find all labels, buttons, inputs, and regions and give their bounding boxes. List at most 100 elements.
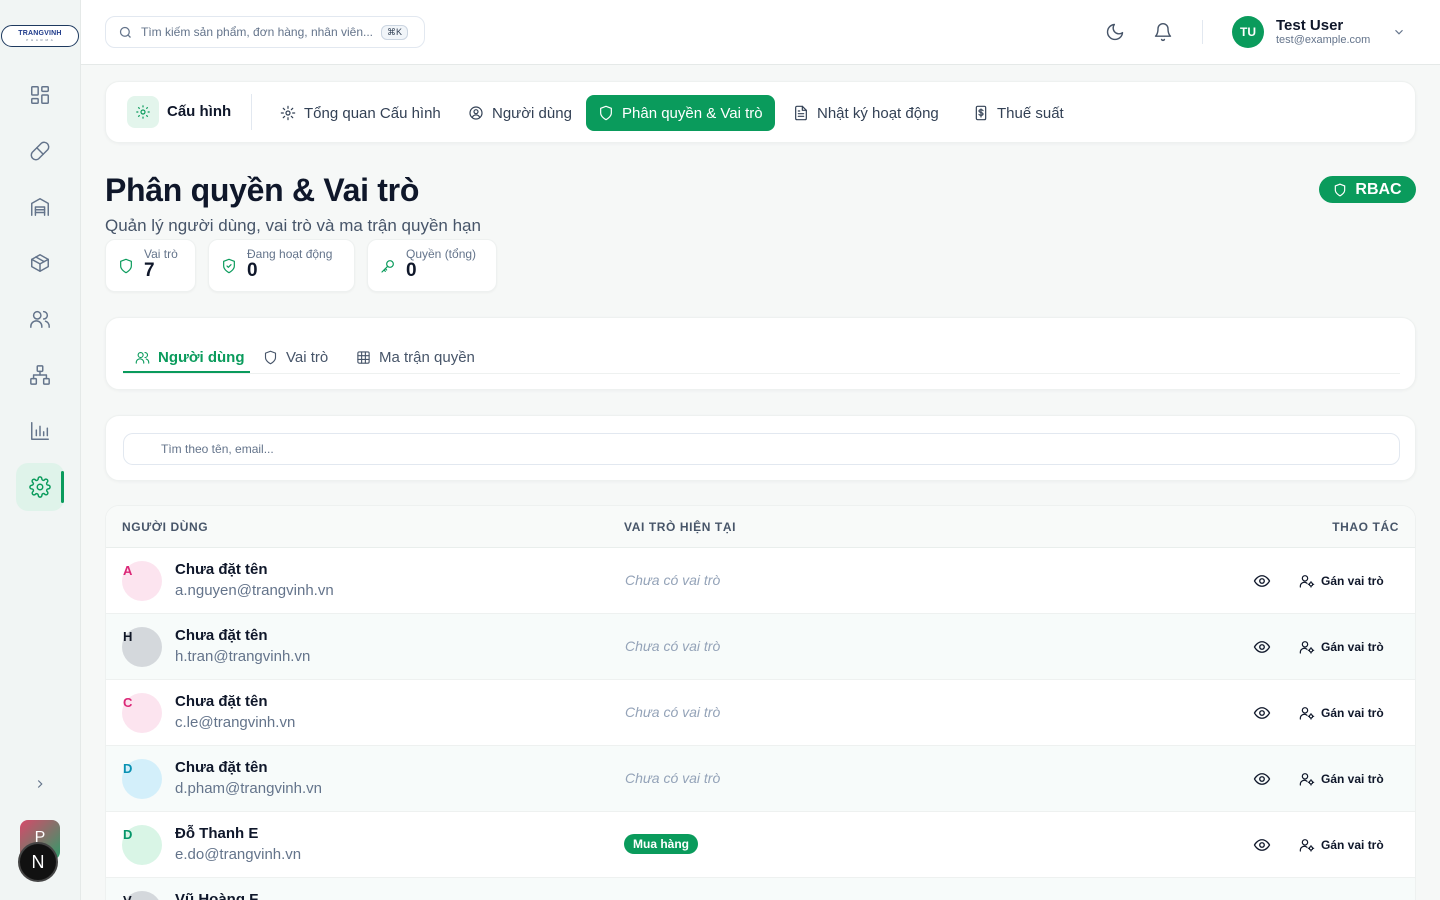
view-user-button[interactable] [1253, 572, 1271, 590]
tab-users[interactable]: Người dùng [456, 95, 584, 131]
user-name-cell: Chưa đặt tên [175, 759, 268, 776]
tab-tax-rates[interactable]: Thuế suất [961, 95, 1076, 131]
sidebar-item-reports[interactable] [16, 407, 64, 455]
sidebar-item-warehouse[interactable] [16, 183, 64, 231]
sidebar-item-products[interactable] [16, 239, 64, 287]
gear-icon [29, 476, 51, 498]
shield-icon [264, 350, 277, 364]
subtab-label: Ma trận quyền [379, 348, 475, 366]
view-user-button[interactable] [1253, 638, 1271, 656]
assign-role-button[interactable]: Gán vai trò [1299, 636, 1384, 658]
stat-value: 7 [144, 260, 155, 281]
subtab-label: Người dùng [158, 348, 245, 366]
role-badge: Mua hàng [624, 834, 698, 854]
stat-label: Quyền (tổng) [406, 247, 477, 261]
no-role-text: Chưa có vai trò [625, 704, 721, 720]
avatar-initial: V [123, 893, 132, 900]
chevron-down-icon [1395, 29, 1403, 35]
table-row: H Chưa đặt tên h.tran@trangvinh.vn Chưa có … [106, 614, 1415, 680]
gear-icon [136, 105, 150, 119]
users-table: NGƯỜI DÙNG VAI TRÒ HIỆN TẠI THAO TÁC A Ch… [105, 505, 1416, 900]
tab-label: Tổng quan Cấu hình [304, 104, 441, 122]
user-name-cell: Vũ Hoàng F [175, 891, 259, 900]
sidebar-item-medicine[interactable] [16, 127, 64, 175]
user-cog-icon [1299, 771, 1315, 787]
assign-role-button[interactable]: Gán vai trò [1299, 702, 1384, 724]
subtab-permission-matrix[interactable]: Ma trận quyền [356, 341, 475, 373]
stat-label: Đang hoạt động [247, 247, 333, 261]
user-name[interactable]: Test User [1276, 17, 1343, 34]
file-text-icon [795, 105, 807, 121]
subtab-users[interactable]: Người dùng [135, 341, 245, 373]
avatar: D [122, 825, 162, 865]
stat-label: Vai trò [144, 247, 178, 261]
notifications-button[interactable] [1151, 20, 1175, 44]
box-icon [31, 254, 49, 272]
brand-logo[interactable]: TRANGVINH P H A R M A [1, 25, 79, 47]
subtabs-divider [123, 373, 1400, 374]
view-user-button[interactable] [1253, 836, 1271, 854]
user-name-cell: Chưa đặt tên [175, 693, 268, 710]
search-placeholder: Tìm kiếm sản phẩm, đơn hàng, nhân viên..… [141, 25, 373, 39]
tab-activity-log[interactable]: Nhật ký hoạt động [781, 95, 951, 131]
user-menu-chevron[interactable] [1392, 25, 1406, 39]
rbac-label: RBAC [1355, 180, 1402, 198]
dev-tools-badge[interactable]: N [18, 842, 58, 882]
key-icon [380, 258, 396, 274]
avatar-initial: D [123, 827, 133, 842]
user-search-input[interactable] [123, 433, 1400, 465]
assign-role-button[interactable]: Gán vai trò [1299, 834, 1384, 856]
page-title: Phân quyền & Vai trò [105, 172, 420, 208]
users-icon [30, 310, 50, 328]
theme-toggle-button[interactable] [1103, 20, 1127, 44]
avatar-initial: C [123, 695, 133, 710]
assign-role-button[interactable]: Gán vai trò [1299, 768, 1384, 790]
column-header-actions: THAO TÁC [1332, 520, 1399, 534]
global-search[interactable]: Tìm kiếm sản phẩm, đơn hàng, nhân viên..… [105, 16, 425, 48]
subtab-roles[interactable]: Vai trò [263, 341, 328, 373]
config-title: Cấu hình [167, 103, 232, 120]
avatar-initial: A [123, 563, 133, 578]
user-email-cell: e.do@trangvinh.vn [175, 846, 302, 863]
avatar: A [122, 561, 162, 601]
active-indicator [61, 471, 64, 503]
user-email-cell: c.le@trangvinh.vn [175, 714, 296, 731]
bar-chart-icon [31, 422, 49, 440]
subtabs-card: Người dùng Vai trò Ma trận quyền [105, 317, 1416, 390]
user-name-cell: Đỗ Thanh E [175, 825, 259, 842]
eye-icon [1253, 707, 1271, 726]
view-user-button[interactable] [1253, 770, 1271, 788]
sidebar-item-customers[interactable] [16, 295, 64, 343]
table-row: A Chưa đặt tên a.nguyen@trangvinh.vn Chưa c… [106, 548, 1415, 614]
topbar-divider [1202, 20, 1203, 44]
no-role-text: Chưa có vai trò [625, 638, 721, 654]
tab-config-overview[interactable]: Tổng quan Cấu hình [268, 95, 453, 131]
brand-tagline: P H A R M A [26, 38, 54, 42]
tab-label: Thuế suất [997, 104, 1064, 122]
view-user-button[interactable] [1253, 704, 1271, 722]
avatar: D [122, 759, 162, 799]
receipt-icon [975, 105, 987, 121]
tab-label: Phân quyền & Vai trò [622, 104, 763, 122]
eye-icon [1253, 641, 1271, 660]
search-shortcut: ⌘K [381, 24, 409, 40]
assign-role-label: Gán vai trò [1321, 574, 1384, 588]
sidebar-expand-button[interactable] [28, 772, 52, 796]
topbar: Tìm kiếm sản phẩm, đơn hàng, nhân viên..… [81, 0, 1440, 65]
user-avatar[interactable]: TU [1232, 16, 1264, 48]
user-name-cell: Chưa đặt tên [175, 561, 268, 578]
sidebar-item-settings[interactable] [16, 463, 64, 511]
tab-label: Người dùng [492, 104, 572, 122]
sidebar-item-organization[interactable] [16, 351, 64, 399]
config-section-icon [127, 96, 159, 128]
assign-role-button[interactable]: Gán vai trò [1299, 570, 1384, 592]
rbac-badge: RBAC [1319, 176, 1416, 203]
tab-permissions-roles[interactable]: Phân quyền & Vai trò [586, 95, 775, 131]
column-header-user: NGƯỜI DÙNG [122, 520, 209, 534]
brand-name: TRANGVINH [18, 30, 62, 37]
moon-icon [1106, 23, 1124, 41]
sidebar-item-dashboard[interactable] [16, 71, 64, 119]
avatar: V [122, 891, 162, 900]
eye-icon [1253, 839, 1271, 858]
user-email-cell: h.tran@trangvinh.vn [175, 648, 311, 665]
